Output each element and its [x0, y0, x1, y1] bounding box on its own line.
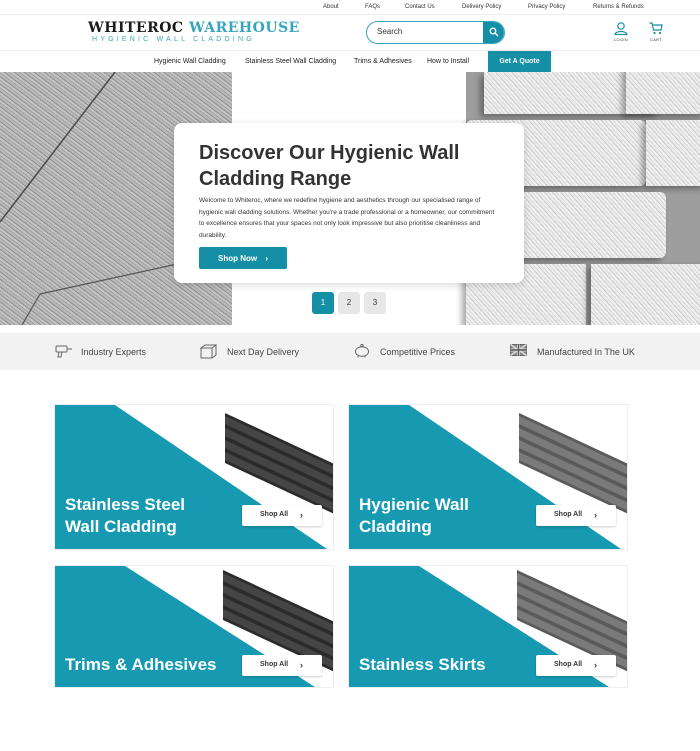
brand-tagline: HYGIENIC WALL CLADDING [92, 36, 255, 43]
search-button[interactable] [483, 22, 504, 43]
main-nav: Hygienic Wall Cladding Stainless Steel W… [0, 50, 700, 73]
slide-dot-3[interactable]: 3 [364, 292, 386, 314]
shop-all-button[interactable]: Shop All › [242, 655, 322, 676]
shop-all-label: Shop All [260, 511, 289, 518]
box-icon [200, 344, 217, 359]
contact-us-link[interactable]: Contact Us [405, 4, 435, 10]
shop-now-label: Shop Now [217, 253, 258, 263]
tile-title-line2: Cladding [359, 517, 432, 536]
brand-name-part2: WAREHOUSE [188, 20, 300, 36]
nav-item-how-to-install[interactable]: How to Install [427, 58, 469, 65]
piggy-bank-icon [355, 344, 369, 358]
tile-title-line1: Stainless Steel [65, 495, 186, 514]
stone-block [626, 72, 700, 114]
utility-bar: About FAQs Contact Us Delivery Policy Pr… [0, 0, 700, 15]
shop-all-button[interactable]: Shop All › [536, 505, 616, 526]
search-icon [489, 27, 499, 37]
uk-flag-icon [510, 344, 527, 356]
category-tile-stainless-steel-wall-cladding[interactable]: Stainless Steel Wall Cladding Shop All › [55, 405, 333, 549]
page: About FAQs Contact Us Delivery Policy Pr… [0, 0, 700, 751]
stone-block [646, 120, 700, 186]
search-input[interactable] [377, 27, 482, 36]
brand-logo[interactable]: WHITEROC WAREHOUSE HYGIENIC WALL CLADDIN… [88, 20, 299, 43]
slide-dot-2[interactable]: 2 [338, 292, 360, 314]
chevron-right-icon: › [594, 510, 597, 520]
tile-title: Hygienic Wall Cladding [359, 494, 469, 538]
nav-item-trims-adhesives[interactable]: Trims & Adhesives [354, 58, 412, 65]
shop-now-button[interactable]: Shop Now › [199, 247, 287, 269]
stone-block [506, 192, 666, 258]
chevron-right-icon: › [265, 253, 268, 263]
shop-all-button[interactable]: Shop All › [536, 655, 616, 676]
tile-title: Stainless Skirts [359, 655, 486, 674]
drill-icon [55, 345, 72, 358]
shop-all-button[interactable]: Shop All › [242, 505, 322, 526]
tile-title-line1: Hygienic Wall [359, 495, 469, 514]
hero-slider: Discover Our Hygienic Wall Cladding Rang… [0, 72, 700, 325]
hero-description: Welcome to Whiteroc, where we redefine h… [199, 197, 495, 239]
site-header: WHITEROC WAREHOUSE HYGIENIC WALL CLADDIN… [0, 15, 700, 50]
category-tile-hygienic-wall-cladding[interactable]: Hygienic Wall Cladding Shop All › [349, 405, 627, 549]
chevron-right-icon: › [300, 510, 303, 520]
delivery-policy-link[interactable]: Delivery Policy [462, 4, 501, 10]
category-tile-trims-adhesives[interactable]: Trims & Adhesives Shop All › [55, 566, 333, 687]
brand-name-part1: WHITEROC [88, 20, 184, 36]
login-label: LOGIN [614, 37, 628, 42]
cart-button[interactable]: CART [644, 22, 668, 42]
shop-all-label: Shop All [260, 661, 289, 668]
feature-label: Industry Experts [81, 347, 147, 357]
feature-strip: Industry Experts Next Day Delivery Compe… [0, 333, 700, 370]
category-tile-stainless-skirts[interactable]: Stainless Skirts Shop All › [349, 566, 627, 687]
feature-label: Competitive Prices [380, 347, 456, 357]
stone-block [591, 264, 700, 325]
shop-all-label: Shop All [554, 661, 583, 668]
search-box [366, 21, 505, 44]
login-button[interactable]: LOGIN [609, 22, 633, 42]
tile-title-line2: Wall Cladding [65, 517, 177, 536]
feature-label: Next Day Delivery [227, 347, 300, 357]
nav-item-stainless-steel-wall-cladding[interactable]: Stainless Steel Wall Cladding [245, 58, 336, 65]
faqs-link[interactable]: FAQs [365, 4, 380, 10]
about-link[interactable]: About [323, 4, 339, 10]
user-icon [614, 22, 628, 35]
hero-card: Discover Our Hygienic Wall Cladding Rang… [174, 123, 524, 283]
nav-item-hygienic-wall-cladding[interactable]: Hygienic Wall Cladding [154, 58, 226, 65]
tile-title: Stainless Steel Wall Cladding [65, 494, 185, 538]
shop-all-label: Shop All [554, 511, 583, 518]
cart-icon [649, 22, 663, 35]
cart-label: CART [649, 37, 663, 42]
chevron-right-icon: › [594, 660, 597, 670]
get-a-quote-button[interactable]: Get A Quote [488, 51, 551, 73]
slide-dot-1[interactable]: 1 [312, 292, 334, 314]
tile-title: Trims & Adhesives [65, 655, 217, 674]
privacy-policy-link[interactable]: Privacy Policy [528, 4, 565, 10]
hero-title: Discover Our Hygienic Wall Cladding Rang… [199, 142, 460, 190]
returns-refunds-link[interactable]: Returns & Refunds [593, 4, 644, 10]
chevron-right-icon: › [300, 660, 303, 670]
feature-label: Manufactured In The UK [537, 347, 635, 357]
brand-name: WHITEROC WAREHOUSE [88, 20, 299, 36]
